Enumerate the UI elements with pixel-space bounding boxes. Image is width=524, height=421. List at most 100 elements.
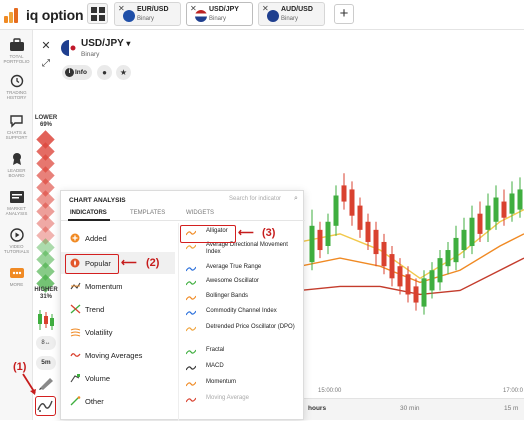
search-icon[interactable]: ⌕ [294, 195, 298, 203]
macd-icon [186, 365, 196, 371]
grid-icon [91, 7, 97, 13]
plus-circle-icon [70, 233, 80, 243]
category-item-volatility[interactable]: Volatility [61, 321, 175, 343]
candle-body [501, 201, 507, 218]
asset-tab-eurusd[interactable]: ✕ EUR/USD Binary [114, 2, 181, 26]
time-range-30min[interactable]: 30 min [400, 405, 420, 412]
candle-body [477, 213, 483, 234]
add-asset-button[interactable]: + [334, 4, 354, 24]
chart-type-toggle[interactable]: 8↔ [36, 336, 56, 350]
price-chart[interactable] [300, 140, 524, 402]
close-chart-button[interactable]: ✕ [38, 38, 54, 54]
candle-body [397, 266, 403, 287]
indicator-label: Awesome Oscillator [206, 278, 259, 284]
category-item-momentum[interactable]: Momentum [61, 275, 175, 297]
logo[interactable]: iq option [4, 7, 83, 23]
favorite-button[interactable]: ★ [116, 65, 131, 80]
indicator-label: Momentum [206, 379, 237, 385]
annotation-arrow: ⟵ [121, 257, 137, 269]
expand-icon[interactable]: ⤢ [38, 58, 54, 74]
leaderboard-icon [9, 152, 25, 166]
category-item-added[interactable]: Added [61, 227, 175, 249]
candle-body [445, 250, 451, 267]
indicator-item[interactable]: Moving Average [179, 393, 305, 407]
candle-body [437, 258, 443, 283]
category-item-moving-averages[interactable]: Moving Averages [61, 344, 175, 366]
logo-text: iq option [26, 7, 84, 23]
time-range-hours[interactable]: hours [308, 405, 326, 412]
info-button[interactable]: i Info [62, 65, 92, 80]
more-icon [9, 266, 25, 280]
sidebar-item-leaderboard[interactable]: LEADER BOARD [0, 152, 33, 178]
candle-body [365, 221, 371, 242]
other-icon [70, 396, 81, 406]
candle-body [517, 189, 523, 210]
indicator-item[interactable]: Average True Range [179, 262, 305, 276]
annotation-highlight-alligator [180, 225, 236, 243]
fractal-icon [186, 349, 196, 355]
tab-name: EUR/USD [137, 6, 169, 13]
indicator-item[interactable]: Average Directional Movement Index [179, 240, 305, 260]
candle-body [469, 217, 475, 246]
indicator-label: Detrended Price Oscillator (DPO) [206, 324, 295, 330]
candle-body [389, 254, 395, 279]
sidebar-item-video-tutorials[interactable]: VIDEO TUTORIALS [0, 228, 33, 254]
bollinger-bands-icon [186, 295, 196, 301]
indicator-label: Moving Average [206, 395, 249, 401]
sidebar-item-history[interactable]: TRADING HISTORY [0, 74, 33, 100]
sidebar-item-label: CHATS & SUPPORT [5, 130, 28, 140]
indicator-search-input[interactable]: Search for indicator [229, 196, 281, 202]
sidebar-item-portfolio[interactable]: TOTAL PORTFOLIO [0, 38, 33, 64]
indicator-item[interactable]: Fractal [179, 345, 305, 359]
asset-pair-title[interactable]: USD/JPY ▾ [81, 38, 130, 49]
apps-grid-button[interactable] [87, 3, 108, 24]
sidebar-item-label: TOTAL PORTFOLIO [3, 54, 30, 64]
asset-type: Binary [81, 51, 100, 58]
indicator-item[interactable]: MACD [179, 361, 305, 375]
star-icon: ★ [119, 68, 128, 77]
sidebar-item-chats[interactable]: CHATS & SUPPORT [0, 114, 33, 140]
asset-tab-audusd[interactable]: ✕ AUD/USD Binary [258, 2, 325, 26]
candle-body [381, 241, 387, 267]
category-item-trend[interactable]: Trend [61, 298, 175, 320]
indicator-item[interactable]: Momentum [179, 377, 305, 391]
indicator-label: Average True Range [206, 264, 262, 270]
sentiment-lower-label: LOWER 69% [34, 115, 58, 128]
sidebar-item-market-analysis[interactable]: MARKET ANALYSIS [0, 190, 33, 216]
annotation-highlight-popular [65, 254, 119, 274]
timeframe-button[interactable]: 5m [36, 356, 56, 370]
chart-analysis-button[interactable] [35, 396, 56, 416]
moving-average-icon [70, 353, 81, 357]
indicator-item[interactable]: Awesome Oscillator [179, 276, 305, 290]
logo-icon [4, 7, 22, 23]
history-icon [9, 74, 25, 88]
candle-body [405, 274, 411, 295]
atr-icon [186, 266, 196, 272]
tab-type: Binary [209, 16, 227, 22]
time-tick-label: 15:00:00 [318, 388, 342, 394]
sidebar-item-label: VIDEO TUTORIALS [3, 244, 30, 254]
indicator-item[interactable]: Bollinger Bands [179, 291, 305, 305]
notification-bell-button[interactable]: ● [97, 65, 112, 80]
time-range-15min[interactable]: 15 m [504, 405, 518, 412]
category-item-volume[interactable]: Volume [61, 367, 175, 389]
asset-tab-usdjpy[interactable]: ✕ USD/JPY Binary [186, 2, 253, 26]
indicator-item[interactable]: Commodity Channel Index [179, 306, 305, 320]
tab-type: Binary [137, 16, 155, 22]
annotation-step-1: (1) [13, 361, 27, 373]
tab-widgets[interactable]: WIDGETS [186, 210, 214, 216]
candle-body [309, 225, 315, 263]
candle-body [357, 205, 363, 230]
sidebar-item-more[interactable]: MORE [0, 266, 33, 287]
tab-templates[interactable]: TEMPLATES [130, 210, 165, 216]
chevron-down-icon: ▾ [126, 39, 131, 48]
momentum-icon [186, 381, 196, 387]
indicator-item[interactable]: Detrended Price Oscillator (DPO) [179, 322, 305, 342]
tab-name: AUD/USD [281, 6, 313, 13]
candle-body [429, 270, 435, 291]
tab-indicators[interactable]: INDICATORS [70, 210, 107, 216]
candle-body [349, 189, 355, 216]
category-item-other[interactable]: Other [61, 390, 175, 412]
candle-body [453, 237, 459, 263]
annotation-arrow-icon [22, 373, 36, 395]
